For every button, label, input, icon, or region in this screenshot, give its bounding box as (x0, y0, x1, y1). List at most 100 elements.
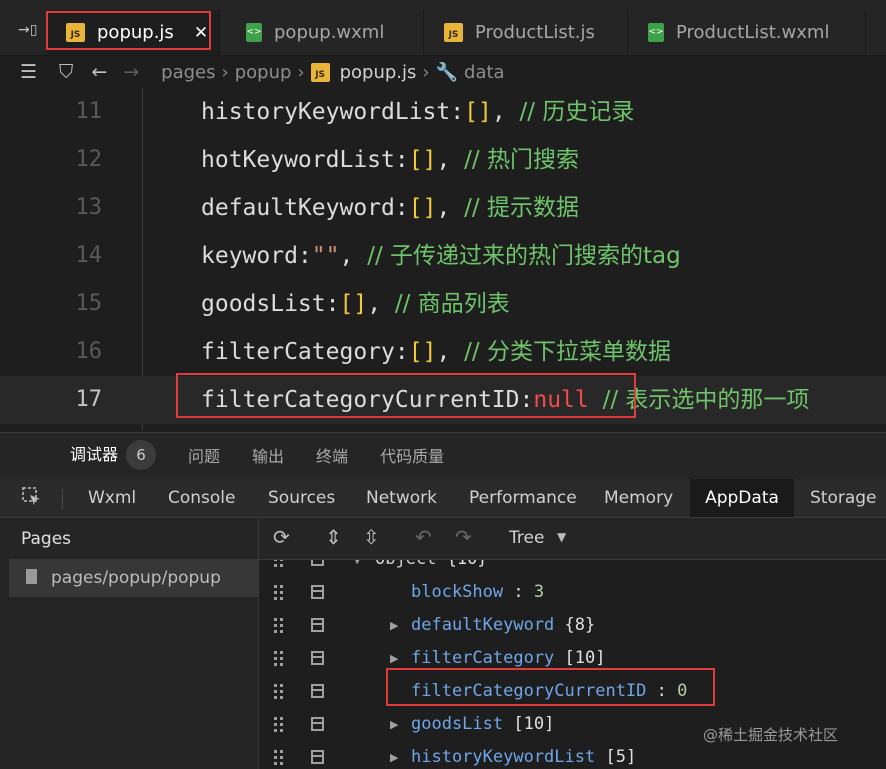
tree-row[interactable]: ▶ historyKeywordList [5] (259, 741, 886, 769)
undo-icon[interactable]: ↶ (415, 525, 432, 549)
caret-right-icon[interactable]: ▶ (390, 708, 398, 741)
tree-row[interactable]: filterCategoryCurrentID : 0 (259, 675, 886, 708)
line-number: 17 (75, 387, 103, 412)
tab-terminal[interactable]: 终端 (300, 443, 364, 467)
wxml-file-icon: <> (246, 23, 262, 42)
code-line[interactable]: 13 defaultKeyword:[], // 提示数据 (0, 184, 886, 232)
code-key: keyword (201, 243, 298, 269)
code-comment: // 子传递过来的热门搜索的tag (367, 243, 681, 269)
devtools-panel-tabs: Wxml Console Sources Network Performance… (0, 479, 886, 518)
code-line[interactable]: 11 historyKeywordList:[], // 历史记录 (0, 88, 886, 136)
code-line[interactable]: 15 goodsList:[], // 商品列表 (0, 280, 886, 328)
js-file-icon: JS (444, 23, 463, 42)
close-icon[interactable]: ✕ (194, 23, 208, 43)
code-value: [] (408, 147, 437, 173)
view-mode-select[interactable]: Tree (509, 528, 544, 548)
watermark: @稀土掘金技术社区 (703, 726, 839, 744)
tab-label: popup.js (97, 22, 174, 43)
tab-memory[interactable]: Memory (604, 479, 673, 517)
code-value: null (533, 387, 589, 413)
tab-problems[interactable]: 问题 (172, 443, 236, 467)
refresh-icon[interactable]: ⟳ (273, 525, 290, 549)
tree-key: filterCategory [10] (411, 648, 606, 668)
divider (62, 489, 63, 509)
drag-handle-icon[interactable] (274, 750, 286, 766)
caret-down-icon[interactable]: ▼ (353, 560, 361, 576)
tree-row[interactable]: ▶ filterCategory [10] (259, 642, 886, 675)
wxml-file-icon: <> (648, 23, 664, 42)
code-comment: // 分类下拉菜单数据 (464, 339, 671, 365)
node-type-icon (311, 585, 324, 599)
tab-performance[interactable]: Performance (469, 479, 577, 517)
code-line[interactable]: 14 keyword:"", // 子传递过来的热门搜索的tag (0, 232, 886, 280)
breadcrumb-file[interactable]: popup.js (340, 62, 417, 83)
tree-row[interactable]: ▼ Object {10} (259, 560, 886, 576)
tab-network[interactable]: Network (366, 479, 437, 517)
chevron-right-icon: › (297, 61, 305, 83)
list-icon[interactable]: ☰ (20, 61, 37, 83)
tree-key: Object {10} (375, 560, 488, 576)
collapse-sidebar-icon[interactable]: →▯ (18, 22, 37, 38)
code-editor[interactable]: 11 historyKeywordList:[], // 历史记录 12 hot… (0, 88, 886, 430)
breadcrumb-part[interactable]: pages (161, 62, 215, 83)
drag-handle-icon[interactable] (274, 684, 286, 700)
line-number: 13 (75, 195, 103, 220)
back-arrow-icon[interactable]: ← (91, 61, 107, 83)
tree-value: {10} (447, 560, 488, 569)
node-type-icon (311, 717, 324, 731)
redo-icon[interactable]: ↷ (455, 525, 472, 549)
code-value: [] (339, 291, 368, 317)
tab-debugger[interactable]: 调试器 6 (0, 440, 172, 470)
tree-value: [10] (564, 648, 606, 668)
forward-arrow-icon[interactable]: → (123, 61, 139, 83)
caret-down-icon[interactable]: ▼ (557, 530, 566, 544)
tree-value: 0 (677, 681, 688, 701)
caret-right-icon[interactable]: ▶ (390, 642, 398, 675)
caret-right-icon[interactable]: ▶ (390, 609, 398, 642)
breadcrumb-symbol[interactable]: data (464, 62, 505, 83)
tab-label: ProductList.js (475, 22, 595, 43)
tree-value: [5] (605, 747, 637, 767)
tab-productlist-wxml[interactable]: <> ProductList.wxml (628, 10, 866, 55)
pages-pane: Pages pages/popup/popup (0, 519, 259, 769)
code-line[interactable]: 12 hotKeywordList:[], // 热门搜索 (0, 136, 886, 184)
tab-console[interactable]: Console (168, 479, 236, 517)
tab-popup-js[interactable]: JS popup.js ✕ (46, 10, 220, 55)
tab-storage[interactable]: Storage (810, 479, 877, 517)
tree-row[interactable]: blockShow : 3 (259, 576, 886, 609)
code-key: defaultKeyword (201, 195, 395, 221)
bookmark-icon[interactable]: ⛉ (59, 61, 73, 83)
js-file-icon: JS (310, 62, 330, 82)
tab-output[interactable]: 输出 (236, 443, 300, 467)
tab-wxml[interactable]: Wxml (88, 479, 136, 517)
page-list-item[interactable]: pages/popup/popup (9, 559, 258, 597)
line-number: 16 (75, 339, 103, 364)
code-line[interactable]: 16 filterCategory:[], // 分类下拉菜单数据 (0, 328, 886, 376)
expand-all-icon[interactable]: ⇕ (325, 525, 342, 549)
collapse-all-icon[interactable]: ⇳ (363, 525, 380, 549)
drag-handle-icon[interactable] (274, 618, 286, 634)
tab-productlist-js[interactable]: JS ProductList.js (424, 10, 628, 55)
code-line-current[interactable]: 17 filterCategoryCurrentID:null // 表示选中的… (0, 376, 886, 424)
drag-handle-icon[interactable] (274, 651, 286, 667)
code-key: hotKeywordList (201, 147, 395, 173)
chevron-right-icon: › (422, 61, 430, 83)
tree-row[interactable]: ▶ defaultKeyword {8} (259, 609, 886, 642)
drag-handle-icon[interactable] (274, 585, 286, 601)
tab-appdata[interactable]: AppData (690, 479, 794, 517)
breadcrumb-part[interactable]: popup (235, 62, 292, 83)
code-comment: // 热门搜索 (464, 147, 579, 173)
inspect-cursor-icon[interactable] (22, 487, 42, 507)
tab-code-quality[interactable]: 代码质量 (364, 443, 460, 467)
chevron-right-icon: › (221, 61, 229, 83)
tab-sources[interactable]: Sources (268, 479, 335, 517)
editor-tab-bar: →▯ JS popup.js ✕ <> popup.wxml JS Produc… (0, 0, 886, 56)
code-key: filterCategory (201, 339, 395, 365)
page-path: pages/popup/popup (51, 568, 221, 588)
tree-key: historyKeywordList [5] (411, 747, 637, 767)
drag-handle-icon[interactable] (274, 560, 286, 568)
tab-popup-wxml[interactable]: <> popup.wxml (226, 10, 424, 55)
node-type-icon (311, 618, 324, 632)
drag-handle-icon[interactable] (274, 717, 286, 733)
caret-right-icon[interactable]: ▶ (390, 741, 398, 769)
